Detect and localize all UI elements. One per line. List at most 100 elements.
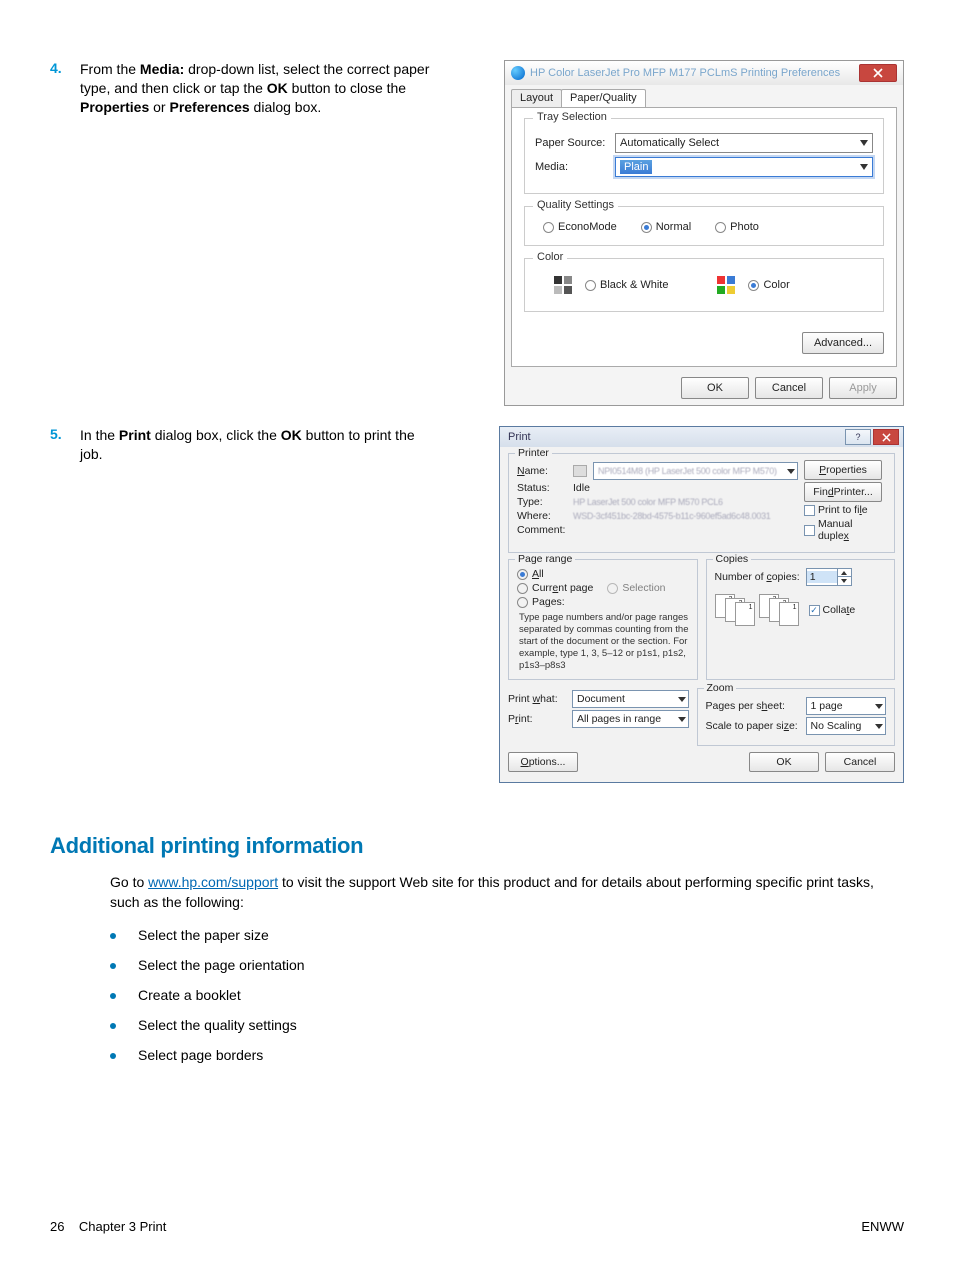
radio-icon — [543, 222, 554, 233]
cancel-button[interactable]: Cancel — [755, 377, 823, 399]
chevron-down-icon — [860, 140, 868, 146]
print-to-file-label: Print to file — [818, 504, 868, 516]
radio-icon — [517, 569, 528, 580]
paper-source-value: Automatically Select — [620, 137, 719, 149]
collate-checkbox[interactable] — [809, 605, 820, 616]
print-what-dropdown[interactable]: Document — [572, 690, 689, 708]
list-item: Select the quality settings — [110, 1017, 904, 1033]
list-item: Create a booklet — [110, 987, 904, 1003]
radio-bw[interactable]: Black & White — [585, 279, 668, 291]
paper-source-dropdown[interactable]: Automatically Select — [615, 133, 873, 153]
bullet-icon — [110, 1053, 116, 1059]
color-icon — [716, 275, 736, 295]
manual-duplex-label: Manual duplex — [818, 518, 886, 542]
find-printer-button[interactable]: Find Printer... — [804, 482, 882, 502]
radio-all[interactable]: All — [517, 568, 689, 580]
radio-current-page[interactable]: Current page — [517, 582, 593, 594]
list-item: Select the page orientation — [110, 957, 904, 973]
chevron-up-icon — [841, 571, 847, 575]
pps-dropdown[interactable]: 1 page — [806, 697, 887, 715]
dlg1-title: HP Color LaserJet Pro MFP M177 PCLmS Pri… — [530, 67, 859, 79]
scale-dropdown[interactable]: No Scaling — [806, 717, 887, 735]
chapter-label: Chapter 3 Print — [79, 1219, 166, 1234]
bullet-list: Select the paper size Select the page or… — [110, 927, 904, 1063]
printer-icon — [573, 465, 587, 477]
num-copies-spinner[interactable]: 1 — [806, 568, 852, 586]
zoom-group: Zoom Pages per sheet:1 page Scale to pap… — [697, 688, 896, 746]
tab-layout[interactable]: Layout — [511, 89, 562, 107]
chevron-down-icon — [875, 704, 883, 709]
color-legend: Color — [533, 251, 567, 263]
radio-photo[interactable]: Photo — [715, 221, 759, 233]
list-item: Select page borders — [110, 1047, 904, 1063]
type-label: Type: — [517, 496, 573, 508]
radio-icon — [607, 583, 618, 594]
pages-hint: Type page numbers and/or page ranges sep… — [517, 610, 689, 671]
radio-icon — [517, 583, 528, 594]
radio-pages[interactable]: Pages: — [517, 596, 689, 608]
tab-paper-quality[interactable]: Paper/Quality — [561, 89, 646, 107]
printing-preferences-dialog: HP Color LaserJet Pro MFP M177 PCLmS Pri… — [504, 60, 904, 406]
page-range-group: Page range All Current page Selection Pa… — [508, 559, 698, 680]
step5-number: 5. — [50, 426, 80, 442]
print-label: Print: — [508, 713, 572, 725]
radio-normal[interactable]: Normal — [641, 221, 691, 233]
copies-legend: Copies — [713, 553, 752, 565]
section-heading: Additional printing information — [50, 833, 904, 859]
page-range-legend: Page range — [515, 553, 575, 565]
step4-text: From the Media: drop-down list, select t… — [80, 60, 440, 117]
comment-label: Comment: — [517, 524, 573, 536]
radio-economode[interactable]: EconoMode — [543, 221, 617, 233]
close-button[interactable] — [873, 429, 899, 445]
printer-name-dropdown[interactable]: NPI0514M8 (HP LaserJet 500 color MFP M57… — [593, 462, 798, 480]
media-value: Plain — [620, 160, 652, 174]
num-copies-value: 1 — [807, 571, 837, 583]
ok-button[interactable]: OK — [681, 377, 749, 399]
print-dialog: Print ? Printer Name: NPI0514M8 (HP Lase… — [499, 426, 904, 783]
dlg2-titlebar: Print ? — [500, 427, 903, 447]
bullet-icon — [110, 993, 116, 999]
num-copies-label: Number of copies: — [715, 571, 800, 583]
section-paragraph: Go to www.hp.com/support to visit the su… — [110, 873, 904, 912]
chevron-down-icon — [678, 697, 686, 702]
media-label: Media: — [535, 161, 615, 173]
bw-icon — [553, 275, 573, 295]
tabstrip: Layout Paper/Quality — [505, 85, 903, 107]
bullet-icon — [110, 1023, 116, 1029]
page-number: 26 — [50, 1219, 64, 1234]
close-button[interactable] — [859, 64, 897, 82]
step4-number: 4. — [50, 60, 80, 76]
help-button[interactable]: ? — [845, 429, 871, 445]
print-what-label: Print what: — [508, 693, 572, 705]
tray-selection-legend: Tray Selection — [533, 111, 611, 123]
cancel-button[interactable]: Cancel — [825, 752, 895, 772]
status-label: Status: — [517, 482, 573, 494]
hp-icon — [511, 66, 525, 80]
properties-button[interactable]: Properties — [804, 460, 882, 480]
manual-duplex-checkbox[interactable] — [804, 525, 815, 536]
apply-button[interactable]: Apply — [829, 377, 897, 399]
support-link[interactable]: www.hp.com/support — [148, 874, 278, 890]
ok-button[interactable]: OK — [749, 752, 819, 772]
close-icon — [882, 433, 891, 442]
list-item: Select the paper size — [110, 927, 904, 943]
pps-label: Pages per sheet: — [706, 700, 806, 712]
chevron-down-icon — [860, 164, 868, 170]
print-range-dropdown[interactable]: All pages in range — [572, 710, 689, 728]
collate-label: Collate — [823, 604, 856, 616]
advanced-button[interactable]: Advanced... — [802, 332, 884, 354]
media-dropdown[interactable]: Plain — [615, 157, 873, 177]
collate-icon: 1 — [779, 602, 799, 626]
print-to-file-checkbox[interactable] — [804, 505, 815, 516]
options-button[interactable]: Options... — [508, 752, 578, 772]
copies-group: Copies Number of copies: 1 3 2 1 3 2 — [706, 559, 896, 680]
page-footer: 26 Chapter 3 Print ENWW — [50, 1219, 904, 1234]
radio-color[interactable]: Color — [748, 279, 789, 291]
radio-selection[interactable]: Selection — [607, 582, 665, 594]
dlg1-titlebar: HP Color LaserJet Pro MFP M177 PCLmS Pri… — [505, 61, 903, 85]
zoom-legend: Zoom — [704, 682, 737, 694]
close-icon — [873, 68, 883, 78]
chevron-down-icon — [787, 469, 795, 474]
chevron-down-icon — [678, 717, 686, 722]
paper-source-label: Paper Source: — [535, 137, 615, 149]
